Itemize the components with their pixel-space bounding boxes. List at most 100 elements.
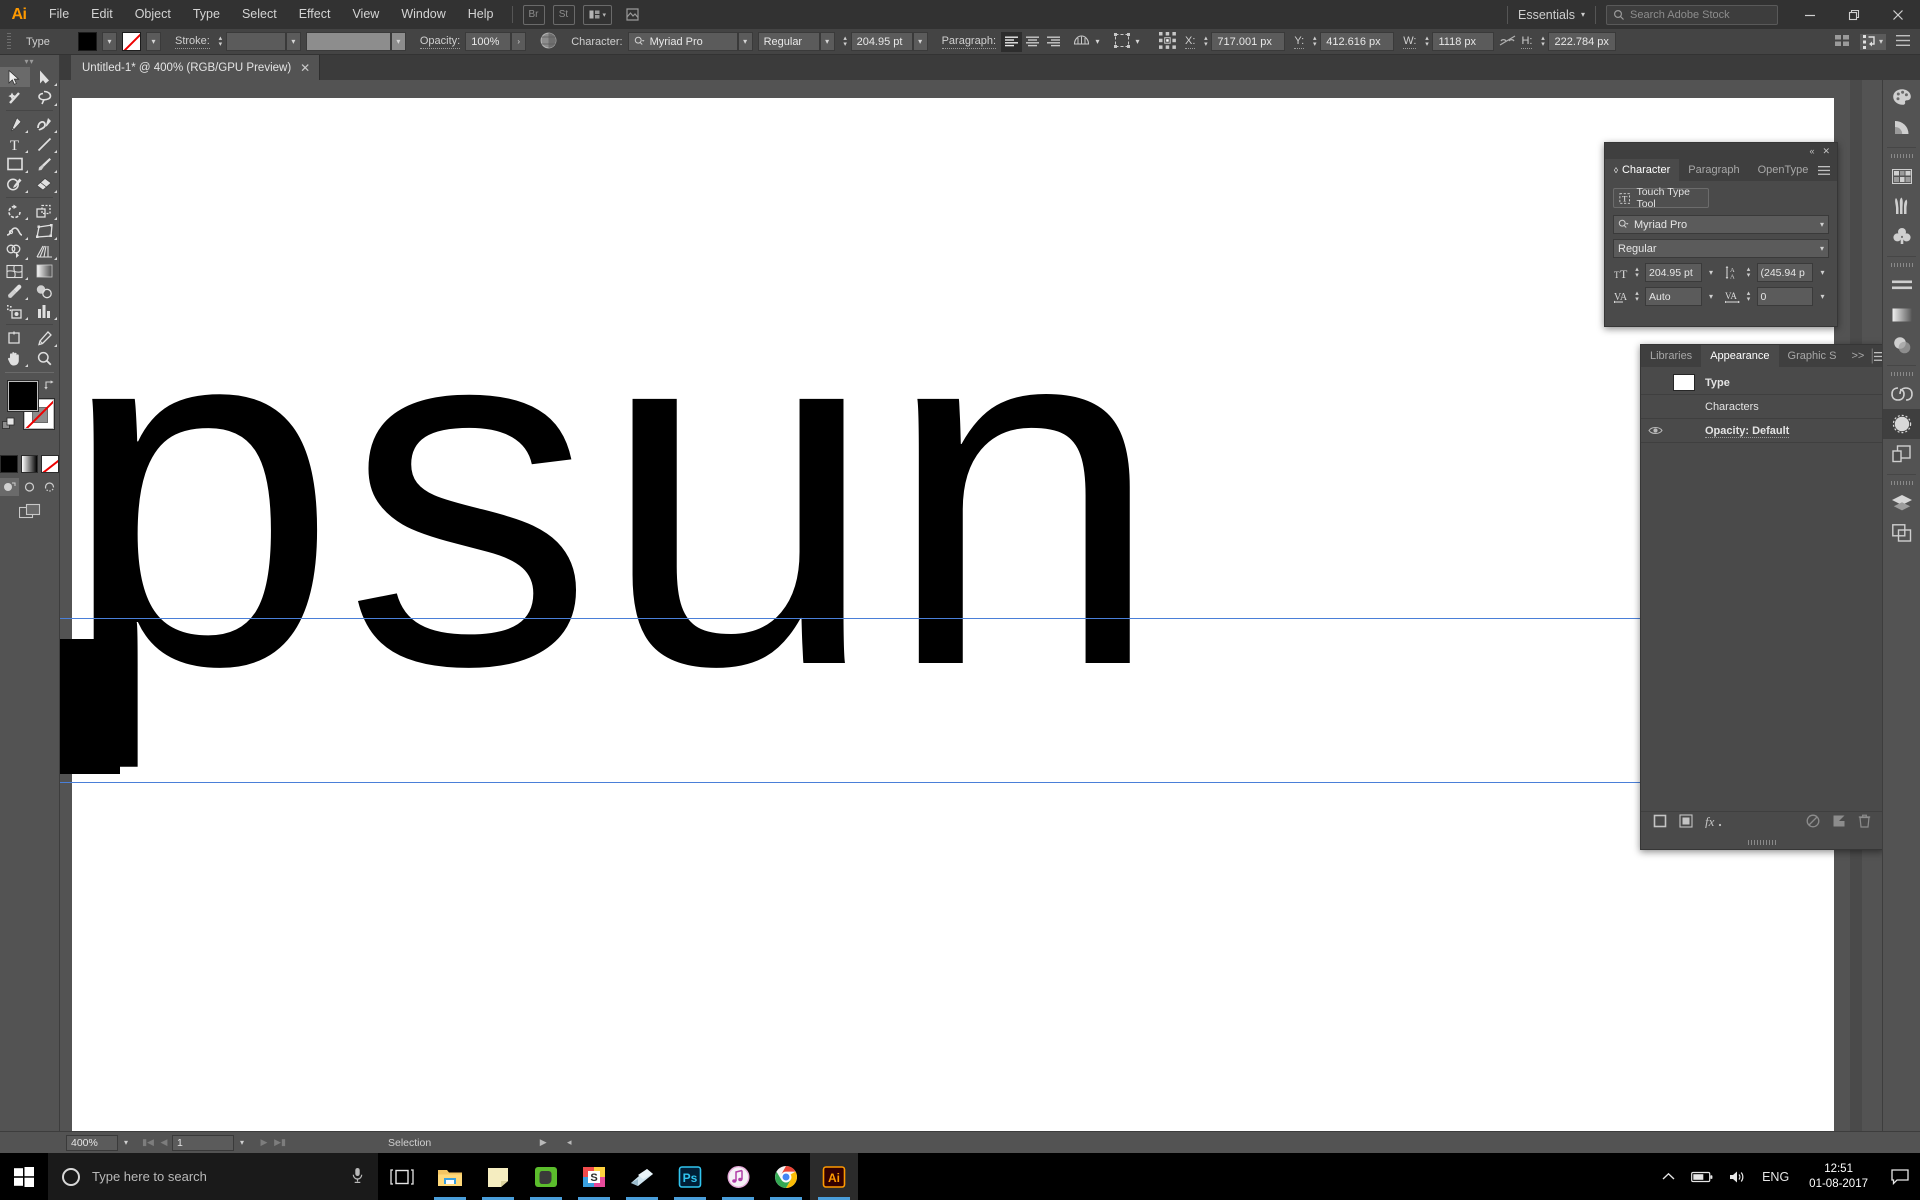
menu-type[interactable]: Type bbox=[182, 0, 231, 29]
font-size-stepper[interactable]: ▴▾ bbox=[840, 32, 851, 51]
panel-font-family-select[interactable]: Myriad Pro ▾ bbox=[1613, 215, 1829, 234]
arrange-documents-button[interactable]: ▾ bbox=[583, 5, 613, 25]
tab-appearance[interactable]: Appearance bbox=[1701, 345, 1778, 367]
stroke-weight-stepper[interactable]: ▴▾ bbox=[215, 32, 226, 51]
collapse-panel-icon[interactable]: « bbox=[1809, 146, 1814, 156]
draw-behind-button[interactable] bbox=[20, 478, 39, 496]
menu-object[interactable]: Object bbox=[124, 0, 182, 29]
tracking-input[interactable]: 0 bbox=[1757, 287, 1814, 306]
gradient-tool[interactable] bbox=[30, 261, 60, 281]
close-panel-icon[interactable]: ✕ bbox=[1822, 146, 1830, 157]
windows-start-button[interactable] bbox=[0, 1153, 48, 1200]
font-style-select[interactable]: Regular bbox=[758, 32, 820, 51]
stroke-profile-select[interactable] bbox=[306, 32, 391, 51]
brushes-panel-icon[interactable] bbox=[1883, 191, 1920, 221]
eyedropper-tool[interactable] bbox=[0, 281, 30, 301]
close-button[interactable] bbox=[1876, 0, 1920, 29]
status-resize-handle[interactable]: ◂ bbox=[561, 1137, 577, 1148]
fill-color-dropdown[interactable]: ▾ bbox=[102, 32, 117, 51]
opacity-dropdown[interactable]: › bbox=[511, 32, 526, 51]
tab-opentype[interactable]: OpenType bbox=[1749, 159, 1818, 181]
appearance-panel-icon[interactable] bbox=[1883, 409, 1920, 439]
page-number-input[interactable]: 1 bbox=[172, 1135, 234, 1151]
kerning-input[interactable]: Auto bbox=[1645, 287, 1702, 306]
zoom-tool[interactable] bbox=[30, 348, 60, 368]
stroke-weight-dropdown[interactable]: ▾ bbox=[286, 32, 301, 51]
panel-overflow-button[interactable]: >> bbox=[1845, 345, 1870, 367]
w-input[interactable]: 1118 px bbox=[1432, 32, 1494, 51]
color-guide-panel-icon[interactable] bbox=[1883, 112, 1920, 142]
swap-fill-stroke-icon[interactable] bbox=[44, 379, 55, 393]
w-stepper[interactable]: ▴▾ bbox=[1421, 32, 1432, 51]
menu-help[interactable]: Help bbox=[457, 0, 505, 29]
text-orientation-button[interactable]: ▾ bbox=[1860, 34, 1886, 50]
toolbar-grip[interactable]: ▾▾ bbox=[0, 55, 59, 67]
gradient-panel-icon[interactable] bbox=[1883, 300, 1920, 330]
curvature-tool[interactable] bbox=[30, 114, 60, 134]
font-size-dropdown[interactable]: ▾ bbox=[913, 32, 928, 51]
workspace-switcher[interactable]: Essentials ▾ bbox=[1508, 8, 1595, 22]
tab-graphic-styles[interactable]: Graphic S bbox=[1779, 345, 1846, 367]
blend-tool[interactable] bbox=[30, 281, 60, 301]
column-graph-tool[interactable] bbox=[30, 301, 60, 321]
type-tool[interactable]: T bbox=[0, 134, 30, 154]
stroke-profile-dropdown[interactable]: ▾ bbox=[391, 32, 406, 51]
line-segment-tool[interactable] bbox=[30, 134, 60, 154]
eraser-tool[interactable] bbox=[30, 174, 60, 194]
action-center-button[interactable] bbox=[1880, 1153, 1920, 1200]
dock-grip[interactable] bbox=[1883, 151, 1920, 161]
taskbar-app-evernote[interactable] bbox=[522, 1153, 570, 1200]
reference-point-selector[interactable] bbox=[1159, 32, 1176, 52]
appearance-panel-resize-grip[interactable] bbox=[1641, 836, 1883, 849]
tab-paragraph[interactable]: Paragraph bbox=[1679, 159, 1748, 181]
stroke-color-dropdown[interactable]: ▾ bbox=[146, 32, 161, 51]
hand-tool[interactable] bbox=[0, 348, 30, 368]
artboards-panel-icon[interactable] bbox=[1883, 518, 1920, 548]
gradient-mode-button[interactable] bbox=[21, 455, 39, 473]
recolor-dropdown[interactable]: ▾ bbox=[1130, 32, 1145, 51]
taskbar-app-adobe-illustrator[interactable]: Ai bbox=[810, 1153, 858, 1200]
volume-icon[interactable] bbox=[1721, 1170, 1754, 1184]
draw-normal-button[interactable] bbox=[0, 478, 19, 496]
mesh-tool[interactable] bbox=[0, 261, 30, 281]
default-fill-stroke-icon[interactable] bbox=[2, 417, 16, 436]
taskbar-app-file-explorer[interactable] bbox=[426, 1153, 474, 1200]
fill-color-box[interactable] bbox=[8, 381, 38, 411]
menu-effect[interactable]: Effect bbox=[288, 0, 342, 29]
panel-font-style-select[interactable]: Regular ▾ bbox=[1613, 239, 1829, 258]
pen-tool[interactable] bbox=[0, 114, 30, 134]
opacity-label[interactable]: Opacity: bbox=[420, 35, 460, 49]
magic-wand-tool[interactable] bbox=[0, 87, 30, 107]
libraries-panel-icon[interactable] bbox=[1883, 379, 1920, 409]
rotate-tool[interactable] bbox=[0, 201, 30, 221]
color-panel-icon[interactable] bbox=[1883, 82, 1920, 112]
leading-stepper[interactable]: ▴▾ bbox=[1744, 267, 1754, 279]
symbols-panel-icon[interactable] bbox=[1883, 221, 1920, 251]
canvas-area[interactable]: psun bbox=[60, 80, 1862, 1153]
none-mode-button[interactable] bbox=[41, 455, 59, 473]
taskbar-app-adobe-photoshop[interactable]: Ps bbox=[666, 1153, 714, 1200]
kerning-stepper[interactable]: ▴▾ bbox=[1632, 291, 1642, 303]
y-stepper[interactable]: ▴▾ bbox=[1309, 32, 1320, 51]
symbol-sprayer-tool[interactable] bbox=[0, 301, 30, 321]
eye-icon[interactable] bbox=[1641, 425, 1669, 436]
text-wrap-dropdown[interactable]: ▾ bbox=[1090, 32, 1105, 51]
taskbar-app-google-chrome[interactable] bbox=[762, 1153, 810, 1200]
h-input[interactable]: 222.784 px bbox=[1548, 32, 1616, 51]
menu-view[interactable]: View bbox=[341, 0, 390, 29]
appearance-row-characters[interactable]: Characters bbox=[1641, 395, 1883, 419]
slice-tool[interactable] bbox=[30, 328, 60, 348]
next-page-button[interactable]: ▶ bbox=[256, 1137, 272, 1148]
width-tool[interactable] bbox=[0, 221, 30, 241]
font-size-input[interactable]: 204.95 pt bbox=[851, 32, 913, 51]
minimize-button[interactable] bbox=[1788, 0, 1832, 29]
align-left-button[interactable] bbox=[1001, 32, 1022, 52]
show-hidden-icons-button[interactable] bbox=[1654, 1172, 1683, 1181]
language-indicator[interactable]: ENG bbox=[1754, 1170, 1797, 1184]
shaper-tool[interactable] bbox=[0, 174, 30, 194]
stroke-color-swatch[interactable] bbox=[122, 32, 141, 51]
tab-libraries[interactable]: Libraries bbox=[1641, 345, 1701, 367]
clear-appearance-icon[interactable] bbox=[1806, 814, 1820, 833]
text-wrap-icon[interactable] bbox=[1073, 33, 1090, 51]
align-panel-icon[interactable] bbox=[1883, 270, 1920, 300]
